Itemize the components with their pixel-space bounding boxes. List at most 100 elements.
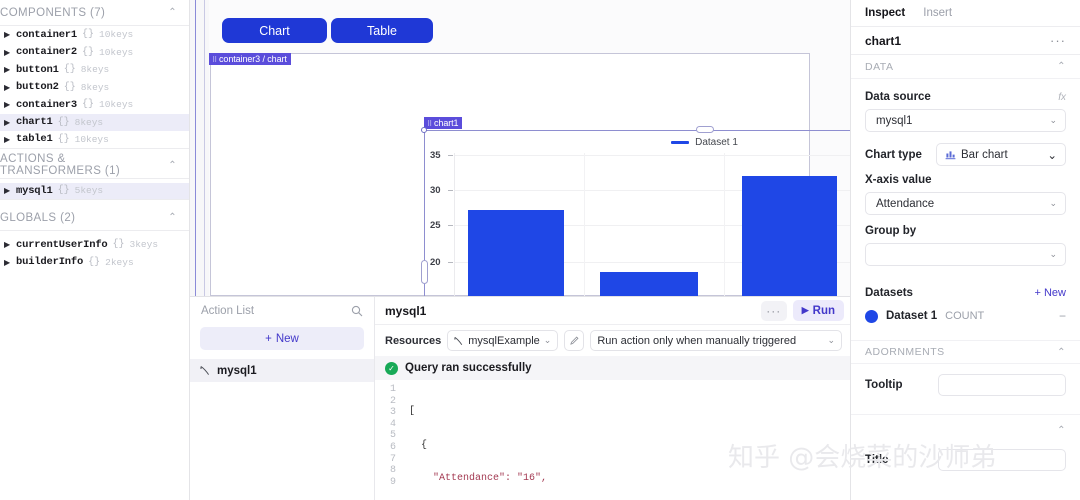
bar-chart-icon xyxy=(945,151,956,160)
section-header-components[interactable]: COMPONENTS (7) ⌃ xyxy=(0,0,189,26)
chevron-down-icon: ⌄ xyxy=(827,335,835,345)
tree-item-button2[interactable]: ▶ button2 {} 8keys xyxy=(0,79,189,97)
chart1-selection-frame[interactable] xyxy=(424,130,850,296)
xaxis-value-select[interactable]: Attendance ⌄ xyxy=(865,192,1066,215)
tree-item-name: container1 xyxy=(16,28,78,41)
dataset-name: Dataset 1 xyxy=(886,310,938,322)
line-number: 8 xyxy=(389,465,396,477)
chevron-up-icon[interactable]: ⌃ xyxy=(1057,61,1066,72)
chevron-right-icon[interactable]: ▶ xyxy=(4,186,11,195)
dataset-row-1[interactable]: Dataset 1 COUNT − xyxy=(851,304,1080,328)
chevron-up-icon[interactable]: ⌃ xyxy=(168,160,177,171)
line-number: 9 xyxy=(389,476,396,488)
resize-handle-left-center[interactable] xyxy=(421,260,428,284)
chevron-right-icon[interactable]: ▶ xyxy=(4,258,11,267)
add-dataset-button[interactable]: + New xyxy=(1035,287,1067,299)
chevron-right-icon[interactable]: ▶ xyxy=(4,240,11,249)
chevron-down-icon: ⌄ xyxy=(1049,115,1057,125)
resource-select[interactable]: mysqlExample ⌄ xyxy=(447,330,559,351)
tree-item-name: chart1 xyxy=(16,116,53,129)
datasets-header-row: Datasets + New xyxy=(851,282,1080,304)
title-input[interactable] xyxy=(938,449,1066,471)
section-title-globals: GLOBALS (2) xyxy=(0,211,76,224)
query-result-code[interactable]: 1 2 3 4 5 6 7 8 9 [ { "Attendance": "16"… xyxy=(375,381,850,500)
chevron-down-icon: ⌄ xyxy=(1049,198,1057,208)
remove-dataset-button[interactable]: − xyxy=(1059,309,1066,323)
section-header-extra[interactable]: ⌃ xyxy=(851,415,1080,445)
component-more-button[interactable]: ··· xyxy=(1050,33,1066,48)
chart-type-row: Chart type Bar chart ⌄ xyxy=(851,142,1080,167)
edit-resource-button[interactable] xyxy=(564,330,585,351)
resize-handle-top-center[interactable] xyxy=(696,126,714,133)
resources-label: Resources xyxy=(385,334,442,347)
action-more-button[interactable]: ··· xyxy=(760,300,787,321)
chevron-right-icon[interactable]: ▶ xyxy=(4,118,11,127)
chevron-right-icon[interactable]: ▶ xyxy=(4,30,11,39)
section-header-data[interactable]: DATA ⌃ xyxy=(851,55,1080,79)
mysql-icon xyxy=(200,366,210,375)
dataset-color-swatch[interactable] xyxy=(865,309,878,323)
line-number: 1 xyxy=(389,384,396,395)
components-list: ▶ container1 {} 10keys ▶ container2 {} 1… xyxy=(0,26,189,149)
trigger-mode-select[interactable]: Run action only when manually triggered … xyxy=(590,330,842,351)
line-number: 2 xyxy=(389,395,396,407)
tree-item-braces: {} xyxy=(63,64,76,76)
tree-item-mysql1[interactable]: ▶ mysql1 {} 5keys xyxy=(0,182,189,200)
table-nav-button[interactable]: Table xyxy=(331,18,433,43)
tab-insert[interactable]: Insert xyxy=(923,7,952,19)
tree-item-button1[interactable]: ▶ button1 {} 8keys xyxy=(0,61,189,79)
chevron-right-icon[interactable]: ▶ xyxy=(4,135,11,144)
builder-canvas[interactable]: Chart Table container3 / chart Dataset 1… xyxy=(190,0,850,296)
tree-item-builderinfo[interactable]: ▶ builderInfo {} 2keys xyxy=(0,254,189,272)
tree-item-braces: {} xyxy=(57,133,70,145)
action-list-item-mysql1[interactable]: mysql1 xyxy=(190,359,374,382)
chevron-right-icon[interactable]: ▶ xyxy=(4,83,11,92)
tree-item-braces: {} xyxy=(82,99,95,111)
title-row: Title xyxy=(851,445,1080,475)
code-line: "Attendance": "16", xyxy=(409,473,548,485)
tree-item-container1[interactable]: ▶ container1 {} 10keys xyxy=(0,26,189,44)
tree-item-container3[interactable]: ▶ container3 {} 10keys xyxy=(0,96,189,114)
fx-toggle-icon[interactable]: fx xyxy=(1058,92,1066,103)
mysql-icon xyxy=(454,336,463,345)
tooltip-input[interactable] xyxy=(938,374,1066,396)
data-source-select[interactable]: mysql1 ⌄ xyxy=(865,109,1066,132)
dataset-aggregation: COUNT xyxy=(945,310,985,322)
tree-item-braces: {} xyxy=(88,256,101,268)
action-list-title: Action List xyxy=(201,304,255,317)
inspector-panel: Inspect Insert chart1 ··· DATA ⌃ Data so… xyxy=(850,0,1080,500)
inspector-component-name: chart1 xyxy=(865,33,902,48)
chevron-right-icon[interactable]: ▶ xyxy=(4,48,11,57)
section-header-adornments[interactable]: ADORNMENTS ⌃ xyxy=(851,340,1080,364)
chevron-up-icon[interactable]: ⌃ xyxy=(168,212,177,223)
trigger-value: Run action only when manually triggered xyxy=(597,334,797,347)
chevron-up-icon[interactable]: ⌃ xyxy=(1057,347,1066,358)
tree-item-container2[interactable]: ▶ container2 {} 10keys xyxy=(0,44,189,62)
groupby-select[interactable]: ⌄ xyxy=(865,243,1066,266)
resize-handle-top-left[interactable] xyxy=(421,127,427,133)
tree-item-currentuserinfo[interactable]: ▶ currentUserInfo {} 3keys xyxy=(0,236,189,254)
tab-inspect[interactable]: Inspect xyxy=(865,7,905,19)
run-action-button[interactable]: ▶ Run xyxy=(792,300,844,321)
tree-item-braces: {} xyxy=(112,239,125,251)
chevron-up-icon[interactable]: ⌃ xyxy=(168,7,177,18)
chevron-up-icon[interactable]: ⌃ xyxy=(1057,425,1066,436)
chart-nav-button[interactable]: Chart xyxy=(222,18,327,43)
data-explorer-sidebar: COMPONENTS (7) ⌃ ▶ container1 {} 10keys … xyxy=(0,0,190,500)
chevron-down-icon: ⌄ xyxy=(543,335,552,345)
tree-item-chart1[interactable]: ▶ chart1 {} 8keys xyxy=(0,113,189,131)
search-icon[interactable] xyxy=(351,305,363,317)
chevron-right-icon[interactable]: ▶ xyxy=(4,65,11,74)
section-header-globals[interactable]: GLOBALS (2) ⌃ xyxy=(0,205,189,231)
tree-item-name: button2 xyxy=(16,81,59,94)
line-number: 5 xyxy=(389,430,396,442)
section-header-actions[interactable]: ACTIONS & TRANSFORMERS (1) ⌃ xyxy=(0,153,189,179)
actions-list: ▶ mysql1 {} 5keys xyxy=(0,182,189,200)
line-number: 4 xyxy=(389,418,396,430)
chevron-right-icon[interactable]: ▶ xyxy=(4,100,11,109)
tree-item-table1[interactable]: ▶ table1 {} 10keys xyxy=(0,131,189,149)
illa-builder-app: COMPONENTS (7) ⌃ ▶ container1 {} 10keys … xyxy=(0,0,1080,500)
new-action-button[interactable]: + New xyxy=(200,327,364,350)
chart-type-select[interactable]: Bar chart ⌄ xyxy=(936,143,1066,166)
canvas-left-rail xyxy=(195,0,196,296)
